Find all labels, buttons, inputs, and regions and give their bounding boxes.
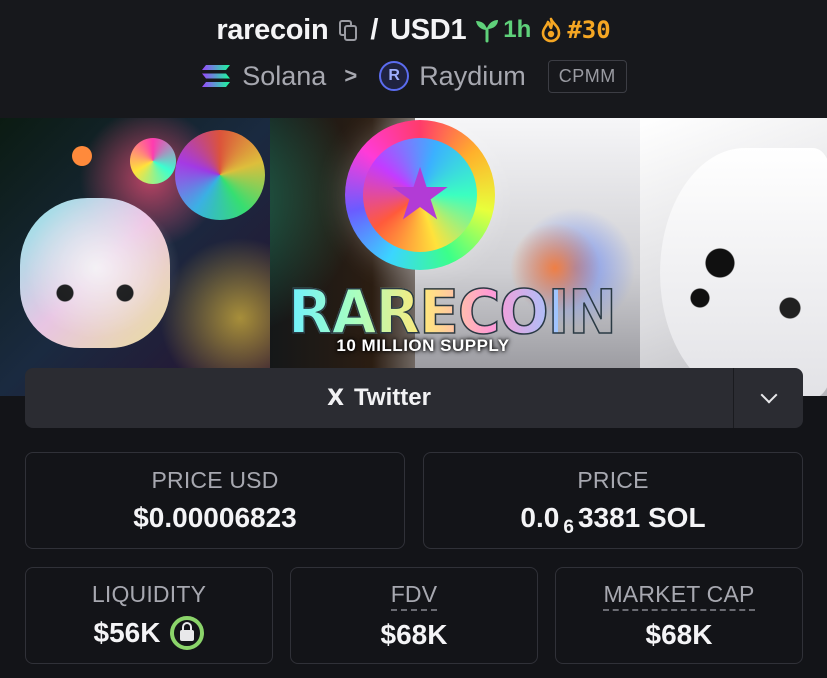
liquidity-value: $56K bbox=[93, 617, 161, 648]
banner-orb bbox=[72, 146, 92, 166]
price-native-value: 0.0 6 3381 SOL bbox=[520, 502, 706, 538]
price-usd-label: PRICE USD bbox=[151, 467, 279, 493]
breadcrumb-separator: > bbox=[344, 63, 358, 88]
fdv-value: $68K bbox=[380, 618, 448, 650]
pair-title-row: rarecoin / USD1 1h #30 bbox=[0, 10, 827, 50]
breadcrumb: Solana > R Raydium CPMM bbox=[0, 56, 827, 96]
price-native-prefix: 0.0 bbox=[520, 502, 560, 533]
liquidity-card: LIQUIDITY $56K bbox=[25, 567, 273, 664]
quote-symbol: USD1 bbox=[390, 13, 467, 46]
price-native-suffix: 3381 SOL bbox=[577, 502, 706, 533]
pair-age-badge: 1h bbox=[474, 16, 531, 44]
banner-subtitle: 10 MILLION SUPPLY bbox=[336, 336, 510, 355]
market-cap-label[interactable]: MARKET CAP bbox=[603, 581, 755, 611]
lock-icon[interactable] bbox=[170, 616, 205, 650]
seedling-icon bbox=[476, 20, 499, 43]
raydium-icon: R bbox=[379, 61, 410, 91]
liquidity-value-row: $56K bbox=[94, 616, 205, 650]
banner-coin-small bbox=[175, 130, 265, 220]
banner-coin-tiny bbox=[130, 138, 176, 184]
twitter-label: Twitter bbox=[354, 384, 431, 411]
fdv-label[interactable]: FDV bbox=[390, 581, 438, 611]
copy-icon[interactable] bbox=[336, 18, 358, 42]
token-banner-image: ★ RARECOIN 10 MILLION SUPPLY bbox=[0, 118, 827, 396]
pair-header: rarecoin / USD1 1h #30 Solana > R Raydiu… bbox=[0, 0, 827, 118]
chevron-down-icon bbox=[760, 386, 777, 404]
token-name: rarecoin bbox=[216, 13, 329, 46]
price-usd-card: PRICE USD $0.00006823 bbox=[25, 452, 405, 549]
price-native-card: PRICE 0.0 6 3381 SOL bbox=[423, 452, 803, 549]
more-links-button[interactable] bbox=[733, 368, 803, 428]
trending-rank-badge[interactable]: #30 bbox=[539, 16, 611, 44]
social-links-row: X Twitter bbox=[25, 368, 803, 428]
pair-separator: / bbox=[370, 13, 379, 46]
banner-coin: ★ bbox=[345, 120, 495, 270]
twitter-button[interactable]: X Twitter bbox=[25, 368, 733, 428]
x-icon: X bbox=[327, 385, 345, 411]
liquidity-label: LIQUIDITY bbox=[91, 581, 207, 607]
price-native-zero-count: 6 bbox=[563, 517, 574, 538]
banner-character-right bbox=[660, 148, 827, 396]
price-native-label: PRICE bbox=[577, 467, 649, 493]
flame-icon bbox=[542, 17, 561, 43]
trending-rank: #30 bbox=[567, 16, 611, 44]
star-icon: ★ bbox=[363, 138, 477, 252]
chain-link[interactable]: Solana bbox=[242, 61, 326, 92]
market-cap-value: $68K bbox=[645, 618, 713, 650]
pair-age: 1h bbox=[503, 16, 532, 43]
fdv-card: FDV $68K bbox=[290, 567, 538, 664]
solana-icon bbox=[202, 65, 231, 87]
banner-character-left bbox=[20, 198, 170, 348]
price-usd-value: $0.00006823 bbox=[133, 502, 297, 533]
pool-type-badge: CPMM bbox=[547, 59, 627, 93]
dex-link[interactable]: Raydium bbox=[419, 61, 526, 92]
market-cap-card: MARKET CAP $68K bbox=[555, 567, 803, 664]
